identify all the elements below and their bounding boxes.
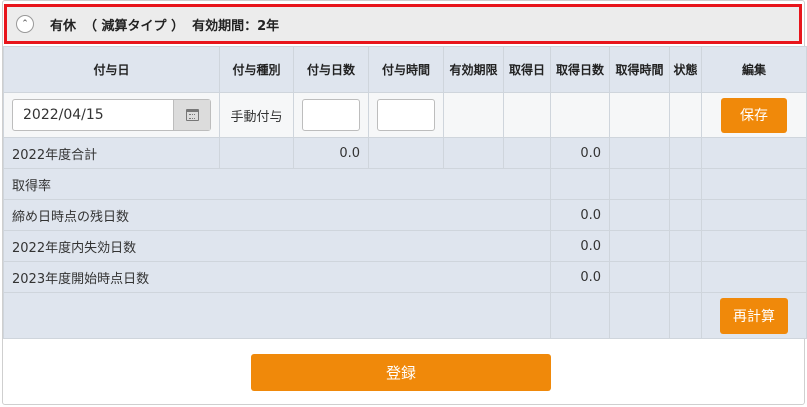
grant-hours-input[interactable] — [377, 99, 435, 131]
table-row: 再計算 — [3, 292, 807, 339]
col-taken-date: 取得日 — [503, 46, 551, 93]
col-status: 状態 — [669, 46, 702, 93]
calendar-button[interactable] — [173, 100, 210, 130]
remaining-days: 0.0 — [550, 199, 610, 231]
table-row: 締め日時点の残日数 0.0 — [3, 199, 807, 231]
table-row: 取得率 — [3, 168, 807, 200]
grant-date-field[interactable]: 2022/04/15 — [12, 99, 211, 131]
col-grant-date: 付与日 — [3, 46, 220, 93]
recalculate-button[interactable]: 再計算 — [720, 297, 788, 334]
grant-days-input[interactable] — [302, 99, 360, 131]
col-grant-days: 付与日数 — [293, 46, 369, 93]
taken-days-cell — [550, 92, 610, 138]
rate-label: 取得率 — [3, 168, 551, 200]
collapse-icon[interactable]: ⌃ — [16, 15, 34, 33]
expired-label: 2022年度内失効日数 — [3, 230, 551, 262]
table-row: 2022年度内失効日数 0.0 — [3, 230, 807, 262]
grant-date-value[interactable]: 2022/04/15 — [13, 107, 173, 123]
header-title-type: （ 減算タイプ ） — [84, 18, 185, 34]
col-expiry: 有効期限 — [443, 46, 504, 93]
expired-days: 0.0 — [550, 230, 610, 262]
next-start-label: 2023年度開始時点日数 — [3, 261, 551, 293]
expiry-cell — [443, 92, 504, 138]
table-header-row: 付与日 付与種別 付与日数 付与時間 有効期限 取得日 取得日数 取得時間 状態… — [3, 46, 807, 93]
total-taken-days: 0.0 — [550, 137, 610, 169]
col-taken-hours: 取得時間 — [609, 46, 670, 93]
save-button[interactable]: 保存 — [721, 97, 787, 133]
grant-type-value: 手動付与 — [219, 92, 294, 138]
calendar-icon — [185, 109, 199, 121]
header-title-main: 有休 — [50, 18, 77, 34]
input-row: 2022/04/15 手動付与 保存 — [3, 92, 807, 138]
status-cell — [669, 92, 702, 138]
taken-date-cell — [503, 92, 551, 138]
remaining-label: 締め日時点の残日数 — [3, 199, 551, 231]
col-grant-hours: 付与時間 — [368, 46, 444, 93]
register-button[interactable]: 登録 — [251, 354, 551, 391]
total-grant-days: 0.0 — [293, 137, 369, 169]
col-grant-type: 付与種別 — [219, 46, 294, 93]
table-row: 2022年度合計 0.0 0.0 — [3, 137, 807, 169]
total-label: 2022年度合計 — [3, 137, 220, 169]
next-start-days: 0.0 — [550, 261, 610, 293]
panel-header: ⌃ 有休 （ 減算タイプ ） 有効期間：2年 — [4, 4, 802, 44]
col-taken-days: 取得日数 — [550, 46, 610, 93]
leave-table: 付与日 付与種別 付与日数 付与時間 有効期限 取得日 取得日数 取得時間 状態… — [3, 46, 807, 339]
table-row: 2023年度開始時点日数 0.0 — [3, 261, 807, 293]
col-edit: 編集 — [701, 46, 807, 93]
taken-hours-cell — [609, 92, 670, 138]
header-title-period: 有効期間：2年 — [192, 18, 280, 34]
